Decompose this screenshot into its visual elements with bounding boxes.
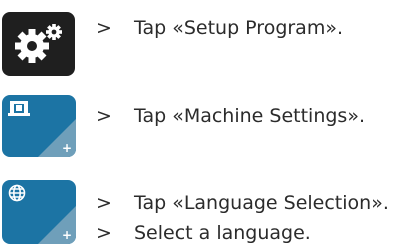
setup-program-button[interactable]	[2, 12, 75, 76]
svg-text:+: +	[62, 141, 72, 155]
step-machine-settings: > Tap «Machine Settings».	[96, 105, 365, 127]
step-text: Select a language.	[134, 222, 311, 244]
sewing-machine-icon	[8, 101, 30, 116]
globe-icon	[8, 184, 26, 202]
step-bullet: >	[96, 17, 112, 39]
language-selection-button[interactable]: +	[2, 180, 76, 244]
step-language-selection: > Tap «Language Selection».	[96, 192, 389, 214]
step-bullet: >	[96, 222, 112, 244]
svg-text:+: +	[62, 228, 72, 242]
step-text: Tap «Setup Program».	[134, 17, 343, 39]
step-bullet: >	[96, 192, 112, 214]
gears-icon	[15, 24, 62, 63]
machine-settings-button[interactable]: +	[2, 95, 76, 157]
step-bullet: >	[96, 105, 112, 127]
step-text: Tap «Language Selection».	[134, 192, 389, 214]
step-text: Tap «Machine Settings».	[134, 105, 365, 127]
step-setup-program: > Tap «Setup Program».	[96, 17, 343, 39]
step-select-language: > Select a language.	[96, 222, 311, 244]
